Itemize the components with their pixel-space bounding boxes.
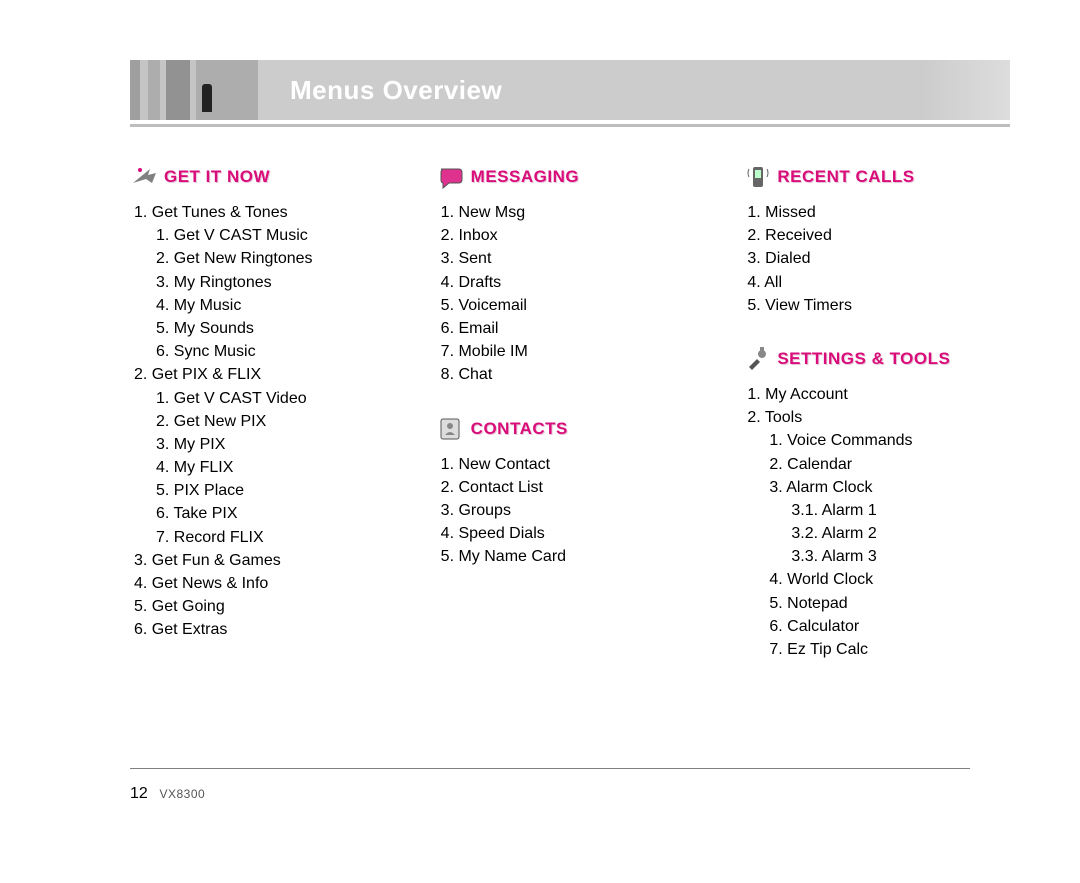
tools-icon [743,345,771,373]
menu-contacts: 1. New Contact 2. Contact List 3. Groups… [437,453,704,569]
list-item: 3. Get Fun & Games [134,549,397,572]
section-title: MESSAGING [471,167,579,187]
list-item: 1. New Msg [441,201,704,224]
list-item: 2. Inbox [441,224,704,247]
list-item: 5. Get Going [134,595,397,618]
list-item: 3. Sent [441,247,704,270]
list-item: 1. Get Tunes & Tones 1. Get V CAST Music… [134,201,397,363]
footer-rule [130,768,970,770]
list-item: 4. My Music [156,294,397,317]
list-item: 3. My Ringtones [156,271,397,294]
list-item: 2. Calendar [769,453,1010,476]
model-label: VX8300 [159,787,205,801]
list-item: 2. Get New Ringtones [156,247,397,270]
section-messaging: MESSAGING [437,163,704,191]
header-rule [130,124,1010,127]
section-settings-tools: SETTINGS & TOOLS [743,345,1010,373]
list-item: 6. Calculator [769,615,1010,638]
columns: GET IT NOW 1. Get Tunes & Tones 1. Get V… [130,157,1010,679]
list-item: 4. My FLIX [156,456,397,479]
list-item: 4. Get News & Info [134,572,397,595]
menu-get-it-now: 1. Get Tunes & Tones 1. Get V CAST Music… [130,201,397,642]
page-footer: 12 VX8300 [130,768,970,804]
list-item: 7. Record FLIX [156,526,397,549]
menu-recent-calls: 1. Missed 2. Received 3. Dialed 4. All 5… [743,201,1010,317]
manual-page: Menus Overview GET IT NOW 1. Get Tunes &… [0,0,1080,883]
section-title: RECENT CALLS [777,167,914,187]
header-photo [130,60,258,120]
list-item: 2. Received [747,224,1010,247]
section-contacts: CONTACTS [437,415,704,443]
list-item: 8. Chat [441,363,704,386]
list-item: 1. New Contact [441,453,704,476]
page-number: 12 [130,785,148,802]
list-item: 3.3. Alarm 3 [791,545,1010,568]
list-item: 3. Groups [441,499,704,522]
list-item: 5. My Name Card [441,545,704,568]
menu-settings-tools: 1. My Account 2. Tools 1. Voice Commands… [743,383,1010,661]
list-item: 1. Missed [747,201,1010,224]
list-item: 4. Drafts [441,271,704,294]
list-item: 2. Contact List [441,476,704,499]
list-item: 3. Alarm Clock 3.1. Alarm 1 3.2. Alarm 2… [769,476,1010,569]
list-item: 1. Voice Commands [769,429,1010,452]
menu-messaging: 1. New Msg 2. Inbox 3. Sent 4. Drafts 5.… [437,201,704,387]
section-title: GET IT NOW [164,167,270,187]
list-item: 3. Dialed [747,247,1010,270]
list-item: 1. Get V CAST Video [156,387,397,410]
list-item: 3. My PIX [156,433,397,456]
page-header: Menus Overview [130,60,1010,120]
phone-icon [743,163,771,191]
section-title: SETTINGS & TOOLS [777,349,950,369]
section-recent-calls: RECENT CALLS [743,163,1010,191]
section-get-it-now: GET IT NOW [130,163,397,191]
section-title: CONTACTS [471,419,568,439]
list-item: 3.2. Alarm 2 [791,522,1010,545]
list-item: 5. View Timers [747,294,1010,317]
list-item: 2. Get New PIX [156,410,397,433]
list-item: 4. All [747,271,1010,294]
list-item: 7. Mobile IM [441,340,704,363]
speech-bubble-icon [437,163,465,191]
footer-text: 12 VX8300 [130,785,970,803]
list-item: 1. My Account [747,383,1010,406]
list-item: 5. My Sounds [156,317,397,340]
list-item: 4. World Clock [769,568,1010,591]
column-1: GET IT NOW 1. Get Tunes & Tones 1. Get V… [130,157,397,679]
list-item: 6. Take PIX [156,502,397,525]
list-item: 7. Ez Tip Calc [769,638,1010,661]
list-item: 6. Get Extras [134,618,397,641]
list-item: 3.1. Alarm 1 [791,499,1010,522]
list-item: 6. Sync Music [156,340,397,363]
list-item: 4. Speed Dials [441,522,704,545]
list-item: 5. PIX Place [156,479,397,502]
address-book-icon [437,415,465,443]
list-item: 2. Get PIX & FLIX 1. Get V CAST Video 2.… [134,363,397,549]
page-title: Menus Overview [290,75,502,106]
list-item: 5. Notepad [769,592,1010,615]
column-2: MESSAGING 1. New Msg 2. Inbox 3. Sent 4.… [437,157,704,679]
list-item: 2. Tools 1. Voice Commands 2. Calendar 3… [747,406,1010,661]
list-item: 1. Get V CAST Music [156,224,397,247]
column-3: RECENT CALLS 1. Missed 2. Received 3. Di… [743,157,1010,679]
list-item: 6. Email [441,317,704,340]
list-item: 5. Voicemail [441,294,704,317]
arrow-icon [130,163,158,191]
